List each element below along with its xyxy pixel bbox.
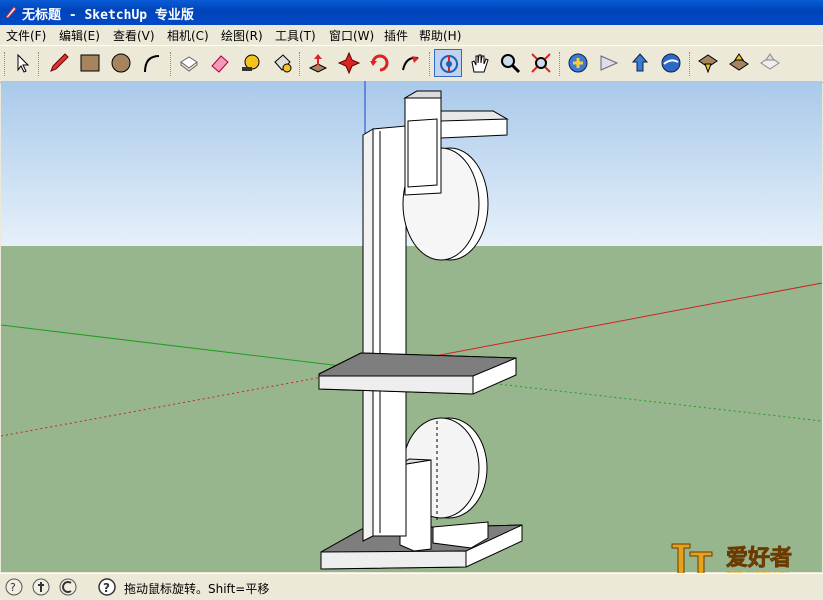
rotate-tool-button[interactable]	[366, 49, 394, 77]
arc-tool-button[interactable]	[138, 49, 166, 77]
follow-me-icon	[402, 56, 419, 71]
drawing-viewport[interactable]	[1, 81, 822, 572]
push-pull-icon	[308, 54, 328, 73]
window-title: 无标题 - SketchUp 专业版	[22, 8, 194, 23]
zoom-extents-icon	[531, 53, 551, 73]
move-tool-button[interactable]	[335, 49, 363, 77]
zoom-icon	[501, 54, 521, 74]
select-tool-button[interactable]	[8, 49, 36, 77]
upload-icon	[631, 53, 649, 72]
zoom-tool-button[interactable]	[496, 49, 524, 77]
sketchup-app-icon	[5, 6, 17, 19]
google-earth-icon	[661, 53, 681, 73]
upload-button[interactable]	[626, 49, 654, 77]
tape-measure-icon	[242, 54, 260, 71]
toolbar-grip[interactable]	[38, 52, 42, 76]
circle-icon	[111, 53, 131, 73]
watermark-text: 爱好者	[726, 545, 792, 571]
make-component-icon	[180, 56, 198, 72]
menu-edit[interactable]: 编辑(E)	[59, 27, 100, 44]
status-message: 拖动鼠标旋转。Shift=平移	[124, 582, 270, 596]
arc-icon	[144, 55, 160, 73]
scene-canvas[interactable]	[1, 81, 822, 572]
orbit-tool-button[interactable]	[434, 49, 462, 77]
select-icon	[17, 53, 30, 73]
push-pull-tool-button[interactable]	[304, 49, 332, 77]
get-current-view-button[interactable]	[694, 49, 722, 77]
menu-bar: 文件(F) 编辑(E) 查看(V) 相机(C) 绘图(R) 工具(T) 窗口(W…	[0, 25, 823, 45]
paint-bucket-icon	[274, 54, 292, 73]
make-component-button[interactable]	[175, 49, 203, 77]
tape-measure-tool-button[interactable]	[237, 49, 265, 77]
place-model-button[interactable]	[756, 49, 784, 77]
zoom-extents-tool-button[interactable]	[527, 49, 555, 77]
toolbar-grip[interactable]	[170, 52, 174, 76]
menu-window[interactable]: 窗口(W)	[329, 27, 374, 44]
pan-icon	[471, 54, 489, 73]
follow-me-tool-button[interactable]	[397, 49, 425, 77]
menu-help[interactable]: 帮助(H)	[419, 27, 461, 44]
eraser-icon	[211, 55, 229, 73]
rectangle-tool-button[interactable]	[76, 49, 104, 77]
share-model-icon	[600, 55, 619, 71]
toolbar-grip[interactable]	[299, 52, 303, 76]
menu-view[interactable]: 查看(V)	[113, 27, 155, 44]
watermark-logo: 爱好者 www.zuojiaju.com	[671, 543, 792, 577]
toolbar-grip[interactable]	[429, 52, 433, 76]
toggle-terrain-icon	[729, 53, 749, 71]
menu-plugins[interactable]: 插件	[384, 27, 408, 44]
status-bar: ? ? 拖动鼠标旋转。Shift=平移	[0, 573, 823, 600]
get-models-button[interactable]	[564, 49, 592, 77]
get-current-view-icon	[698, 54, 718, 74]
rectangle-icon	[80, 54, 100, 72]
toggle-terrain-button[interactable]	[725, 49, 753, 77]
help-icon[interactable]: ?	[98, 578, 116, 596]
pencil-tool-button[interactable]	[45, 49, 73, 77]
paint-bucket-tool-button[interactable]	[268, 49, 296, 77]
geo-location-icon[interactable]: ?	[5, 578, 23, 596]
orbit-icon	[440, 55, 458, 73]
menu-file[interactable]: 文件(F)	[6, 27, 46, 44]
title-bar: 无标题 - SketchUp 专业版	[0, 0, 823, 25]
circle-tool-button[interactable]	[107, 49, 135, 77]
credits-icon[interactable]	[32, 578, 50, 596]
menu-camera[interactable]: 相机(C)	[167, 27, 209, 44]
license-icon[interactable]	[59, 578, 77, 596]
eraser-tool-button[interactable]	[206, 49, 234, 77]
pan-tool-button[interactable]	[465, 49, 493, 77]
menu-tools[interactable]: 工具(T)	[275, 27, 316, 44]
main-toolbar	[0, 45, 823, 83]
toolbar-grip[interactable]	[689, 52, 693, 76]
toolbar-grip[interactable]	[559, 52, 563, 76]
google-earth-button[interactable]	[657, 49, 685, 77]
move-icon	[338, 52, 360, 74]
pencil-icon	[50, 53, 69, 72]
menu-draw[interactable]: 绘图(R)	[221, 27, 263, 44]
svg-text:?: ?	[10, 581, 16, 594]
svg-text:?: ?	[103, 581, 110, 595]
rotate-icon	[370, 54, 389, 72]
get-models-icon	[568, 53, 588, 73]
place-model-icon	[760, 53, 780, 70]
share-model-button[interactable]	[595, 49, 623, 77]
